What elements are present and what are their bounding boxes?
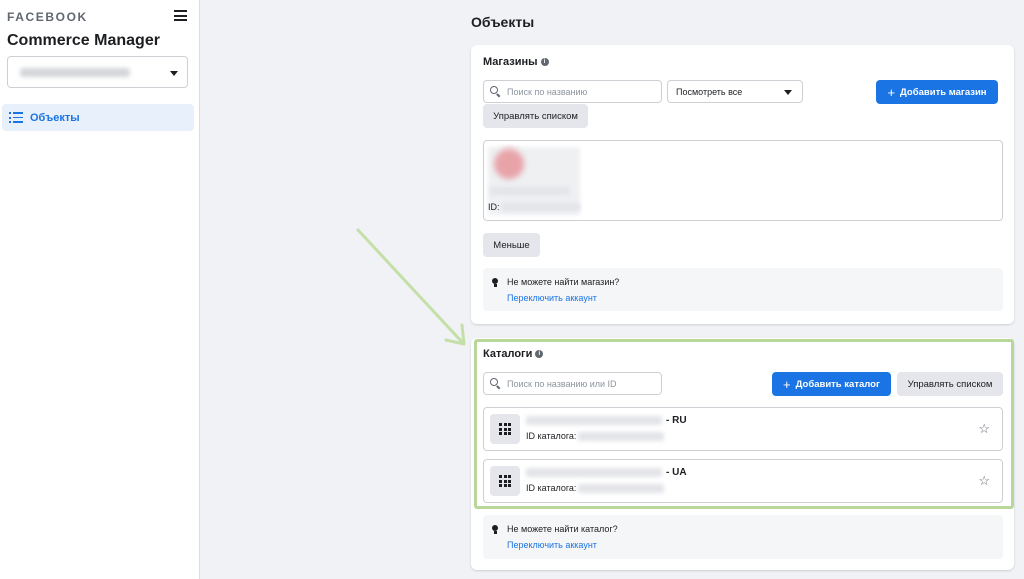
switch-account-link[interactable]: Переключить аккаунт [507,540,597,550]
info-icon[interactable]: i [540,58,549,66]
account-selector[interactable] [7,56,188,88]
stores-section-title: Магазины i [483,56,549,68]
lightbulb-icon [492,525,498,534]
stores-manage-list-button[interactable]: Управлять списком [483,104,588,128]
search-placeholder: Поиск по названию [507,86,588,97]
switch-account-link[interactable]: Переключить аккаунт [507,293,597,303]
lightbulb-icon [492,278,498,287]
store-id-label: ID: [488,202,500,212]
catalogs-search-input[interactable]: Поиск по названию или ID [483,372,662,395]
chevron-down-icon [784,90,792,95]
star-icon[interactable]: ☆ [978,422,990,435]
catalog-id: ID каталога: [526,431,665,441]
catalogs-title-text: Каталоги [483,348,533,360]
catalog-region: - UA [666,467,687,478]
chevron-down-icon [170,71,178,76]
filter-value: Посмотреть все [676,87,743,97]
search-icon [490,86,501,98]
list-icon [9,112,23,123]
stores-title-text: Магазины [483,56,538,68]
stores-filter-dropdown[interactable]: Посмотреть все [667,80,803,103]
catalog-row[interactable]: - UA ID каталога: ☆ [483,459,1003,503]
catalog-id-redacted [578,431,665,441]
add-catalog-button[interactable]: + Добавить каталог [772,372,891,396]
search-icon [490,378,501,390]
catalogs-manage-list-button[interactable]: Управлять списком [897,372,1003,396]
account-name-redacted [20,68,130,77]
annotation-arrow-icon [356,228,466,346]
add-store-button[interactable]: + Добавить магазин [876,80,998,104]
catalog-id-label: ID каталога: [526,483,577,493]
catalog-id-label: ID каталога: [526,431,577,441]
grid-icon [490,414,520,444]
plus-icon: + [887,84,896,100]
stores-search-input[interactable]: Поиск по названию [483,80,662,103]
catalog-name: - RU [526,415,687,426]
plus-icon: + [783,376,791,392]
star-icon[interactable]: ☆ [978,474,990,487]
catalog-id: ID каталога: [526,483,665,493]
grid-icon [490,466,520,496]
store-item[interactable]: ID: [483,140,1003,221]
sidebar-item-objects[interactable]: Объекты [2,104,194,131]
search-placeholder: Поиск по названию или ID [507,378,617,389]
sidebar: FACEBOOK Commerce Manager Объекты [0,0,200,579]
catalog-region: - RU [666,415,687,426]
stores-notice: Не можете найти магазин? Переключить акк… [483,268,1003,311]
add-catalog-label: Добавить каталог [795,378,880,390]
store-id-redacted [502,203,580,211]
store-avatar-image [494,149,524,179]
hamburger-menu-icon[interactable] [174,10,187,21]
store-name-redacted [490,187,570,195]
less-button[interactable]: Меньше [483,233,540,257]
catalogs-notice: Не можете найти каталог? Переключить акк… [483,515,1003,559]
sidebar-item-label: Объекты [30,111,80,124]
notice-question: Не можете найти магазин? [507,277,620,287]
catalog-name: - UA [526,467,687,478]
app-title: Commerce Manager [7,32,160,49]
add-store-label: Добавить магазин [900,86,987,98]
notice-question: Не можете найти каталог? [507,524,618,534]
brand-logo: FACEBOOK [7,10,88,24]
catalog-id-redacted [578,483,665,493]
info-icon[interactable]: i [535,350,544,358]
catalog-name-redacted [526,416,662,425]
page-title: Объекты [471,14,535,30]
catalogs-section-title: Каталоги i [483,348,544,360]
catalog-name-redacted [526,468,662,477]
catalog-row[interactable]: - RU ID каталога: ☆ [483,407,1003,451]
